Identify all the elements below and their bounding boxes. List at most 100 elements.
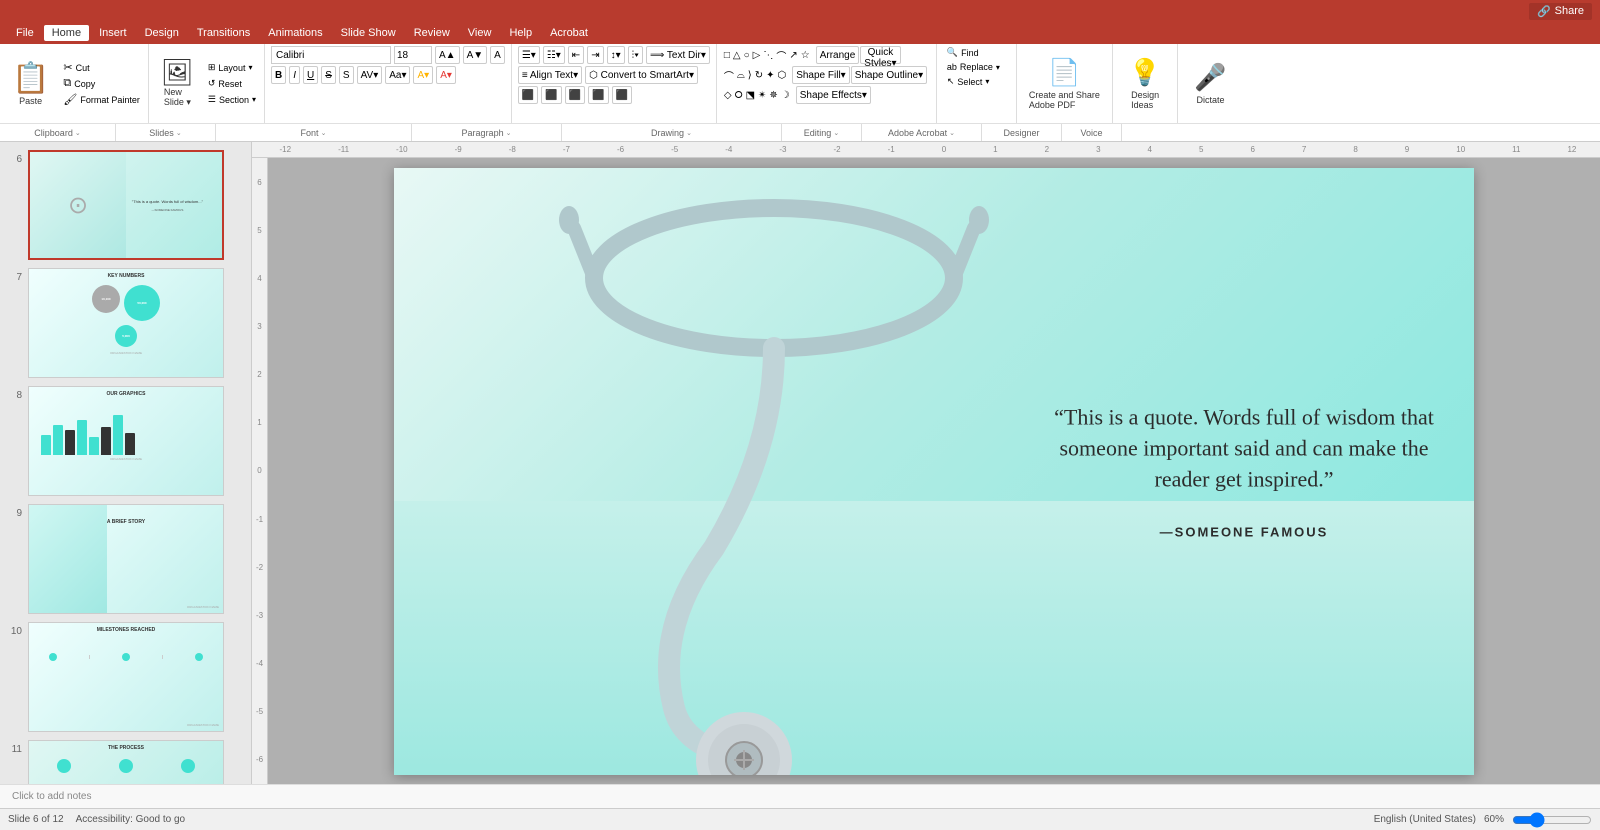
quote-area[interactable]: “This is a quote. Words full of wisdom t… bbox=[1054, 402, 1434, 539]
decrease-font-button[interactable]: A▼ bbox=[463, 46, 488, 64]
shape-6[interactable]: ⌒ bbox=[775, 47, 787, 64]
shape-5[interactable]: ⋱ bbox=[762, 49, 774, 62]
shape-4[interactable]: ▷ bbox=[752, 49, 762, 62]
notes-bar[interactable]: Click to add notes bbox=[0, 784, 1600, 808]
indent-button[interactable]: ⬛ bbox=[612, 86, 632, 104]
designer-group-label[interactable]: Designer bbox=[982, 124, 1062, 141]
create-pdf-button[interactable]: 📄 Create and ShareAdobe PDF bbox=[1021, 46, 1108, 121]
cut-button[interactable]: ✂ Cut bbox=[59, 60, 144, 75]
clipboard-group-label[interactable]: Clipboard ⌄ bbox=[0, 124, 116, 141]
menu-slideshow[interactable]: Slide Show bbox=[333, 25, 404, 41]
shape-7[interactable]: ↗ bbox=[788, 49, 798, 62]
slide-item-11[interactable]: 11 THE PROCESS bbox=[0, 736, 251, 784]
slide-item-8[interactable]: 8 OUR GRAPHICS ORGANIZATION NAME bbox=[0, 382, 251, 500]
convert-smartart-button[interactable]: ⬡ Convert to SmartArt▾ bbox=[585, 66, 698, 84]
section-button[interactable]: ☰ Section ▾ bbox=[204, 93, 260, 106]
format-painter-button[interactable]: 🖌 Format Painter bbox=[59, 92, 144, 107]
menu-file[interactable]: File bbox=[8, 25, 42, 41]
main-slide[interactable]: “This is a quote. Words full of wisdom t… bbox=[394, 168, 1474, 775]
shape-8[interactable]: ☆ bbox=[800, 49, 811, 62]
slide-thumb-7[interactable]: KEY NUMBERS 10,100 50,000 5,000 ORGANIZA… bbox=[28, 268, 224, 378]
find-button[interactable]: 🔍 Find bbox=[943, 46, 1010, 59]
slide-thumb-9[interactable]: A BRIEF STORY ORGANIZATION NAME bbox=[28, 504, 224, 614]
voice-group-label[interactable]: Voice bbox=[1062, 124, 1122, 141]
shape-15[interactable]: ◇ bbox=[723, 89, 733, 102]
shape-fill-button[interactable]: Shape Fill▾ bbox=[792, 66, 850, 84]
menu-review[interactable]: Review bbox=[406, 25, 458, 41]
slide-item-9[interactable]: 9 A BRIEF STORY ORGANIZATION NAME bbox=[0, 500, 251, 618]
columns-button[interactable]: ⫶▾ bbox=[628, 46, 643, 64]
layout-button[interactable]: ⊞ Layout ▾ bbox=[204, 61, 260, 74]
bold-button[interactable]: B bbox=[271, 66, 286, 84]
menu-insert[interactable]: Insert bbox=[91, 25, 135, 41]
slide-thumb-11[interactable]: THE PROCESS bbox=[28, 740, 224, 784]
replace-button[interactable]: ab Replace ▾ bbox=[943, 61, 1010, 73]
menu-animations[interactable]: Animations bbox=[260, 25, 330, 41]
zoom-slider[interactable] bbox=[1512, 812, 1592, 828]
increase-font-button[interactable]: A▲ bbox=[435, 46, 460, 64]
align-right-button[interactable]: ⬛ bbox=[565, 86, 585, 104]
bullets-button[interactable]: ☰▾ bbox=[518, 46, 540, 64]
adobe-group-label[interactable]: Adobe Acrobat ⌄ bbox=[862, 124, 982, 141]
align-left-button[interactable]: ⬛ bbox=[518, 86, 538, 104]
increase-indent-button[interactable]: ⇥ bbox=[587, 46, 603, 64]
arrange-button[interactable]: Arrange bbox=[816, 46, 860, 64]
shape-14[interactable]: ⬡ bbox=[776, 69, 787, 82]
shape-19[interactable]: ✵ bbox=[768, 89, 778, 102]
menu-view[interactable]: View bbox=[460, 25, 500, 41]
new-slide-button[interactable]: 🖼 NewSlide ▾ bbox=[153, 46, 202, 121]
drawing-group-label[interactable]: Drawing ⌄ bbox=[562, 124, 782, 141]
change-case-button[interactable]: Aa▾ bbox=[385, 66, 410, 84]
share-button[interactable]: 🔗 Share bbox=[1529, 3, 1592, 20]
menu-home[interactable]: Home bbox=[44, 25, 89, 41]
paragraph-group-label[interactable]: Paragraph ⌄ bbox=[412, 124, 562, 141]
menu-help[interactable]: Help bbox=[501, 25, 540, 41]
strikethrough-button[interactable]: S bbox=[321, 66, 336, 84]
slide-item-10[interactable]: 10 MILESTONES REACHED ORGANIZATION NAME bbox=[0, 618, 251, 736]
underline-button[interactable]: U bbox=[303, 66, 318, 84]
line-spacing-button[interactable]: ↕▾ bbox=[607, 46, 625, 64]
shape-outline-button[interactable]: Shape Outline▾ bbox=[851, 66, 927, 84]
slides-group-label[interactable]: Slides ⌄ bbox=[116, 124, 216, 141]
design-ideas-button[interactable]: 💡 DesignIdeas bbox=[1121, 46, 1169, 121]
align-center-button[interactable]: ⬛ bbox=[541, 86, 561, 104]
shape-2[interactable]: △ bbox=[732, 49, 742, 62]
shape-1[interactable]: □ bbox=[723, 49, 731, 62]
shape-17[interactable]: ⬔ bbox=[745, 89, 756, 102]
highlight-button[interactable]: A▾ bbox=[413, 66, 433, 84]
shape-effects-button[interactable]: Shape Effects▾ bbox=[796, 86, 871, 104]
slide-item-6[interactable]: 6 ⊙ "This is a quote. Words full of wisd… bbox=[0, 146, 251, 264]
decrease-indent-button[interactable]: ⇤ bbox=[568, 46, 584, 64]
font-size-input[interactable] bbox=[394, 46, 432, 64]
numbering-button[interactable]: ☷▾ bbox=[543, 46, 565, 64]
shape-18[interactable]: ✴ bbox=[757, 89, 767, 102]
shape-13[interactable]: ✦ bbox=[765, 69, 775, 82]
slide-item-7[interactable]: 7 KEY NUMBERS 10,100 50,000 5,000 ORGANI… bbox=[0, 264, 251, 382]
shape-9[interactable]: ⌒ bbox=[723, 67, 735, 84]
shape-3[interactable]: ○ bbox=[743, 49, 751, 62]
slide-thumb-6[interactable]: ⊙ "This is a quote. Words full of wisdom… bbox=[28, 150, 224, 260]
shape-20[interactable]: ☽ bbox=[780, 89, 791, 102]
justify-button[interactable]: ⬛ bbox=[588, 86, 608, 104]
editing-group-label[interactable]: Editing ⌄ bbox=[782, 124, 862, 141]
dictate-button[interactable]: 🎤 Dictate bbox=[1186, 46, 1234, 121]
clear-format-button[interactable]: A bbox=[490, 46, 505, 64]
menu-acrobat[interactable]: Acrobat bbox=[542, 25, 596, 41]
italic-button[interactable]: I bbox=[289, 66, 300, 84]
copy-button[interactable]: ⧉ Copy bbox=[59, 76, 144, 91]
shadow-button[interactable]: S bbox=[339, 66, 354, 84]
font-group-label[interactable]: Font ⌄ bbox=[216, 124, 412, 141]
paste-button[interactable]: 📋 Paste bbox=[4, 46, 57, 121]
font-color-button[interactable]: A▾ bbox=[436, 66, 456, 84]
shape-12[interactable]: ↻ bbox=[754, 69, 764, 82]
char-spacing-button[interactable]: AV▾ bbox=[357, 66, 383, 84]
notes-placeholder[interactable]: Click to add notes bbox=[12, 791, 92, 802]
slide-thumb-8[interactable]: OUR GRAPHICS ORGANIZATION NAME bbox=[28, 386, 224, 496]
quick-styles-button[interactable]: QuickStyles▾ bbox=[860, 46, 900, 64]
shape-10[interactable]: ⌓ bbox=[736, 69, 746, 82]
menu-transitions[interactable]: Transitions bbox=[189, 25, 258, 41]
shape-11[interactable]: ⟩ bbox=[747, 69, 753, 82]
select-button[interactable]: ↖ Select ▾ bbox=[943, 75, 1010, 88]
align-text-button[interactable]: ≡ Align Text▾ bbox=[518, 66, 582, 84]
slide-thumb-10[interactable]: MILESTONES REACHED ORGANIZATION NAME bbox=[28, 622, 224, 732]
